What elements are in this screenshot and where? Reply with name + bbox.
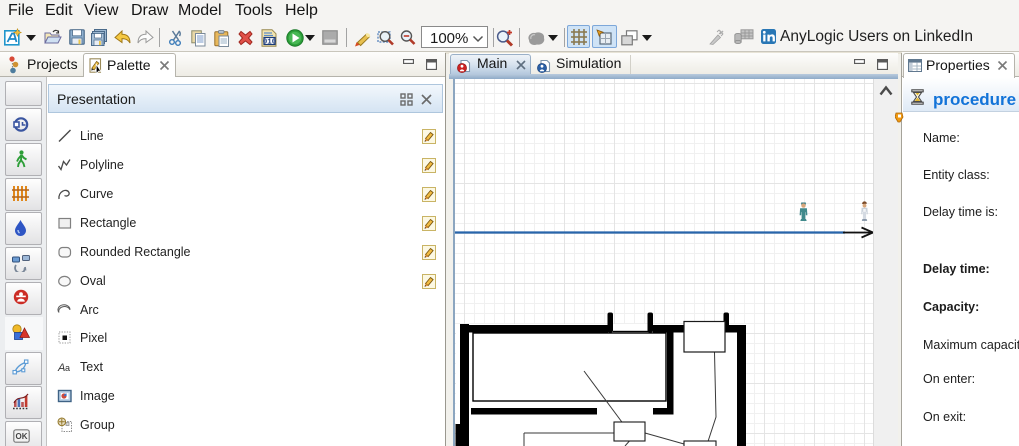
- svg-text:OK: OK: [16, 432, 28, 441]
- svg-text:a: a: [65, 363, 70, 373]
- svg-text:010: 010: [263, 39, 277, 47]
